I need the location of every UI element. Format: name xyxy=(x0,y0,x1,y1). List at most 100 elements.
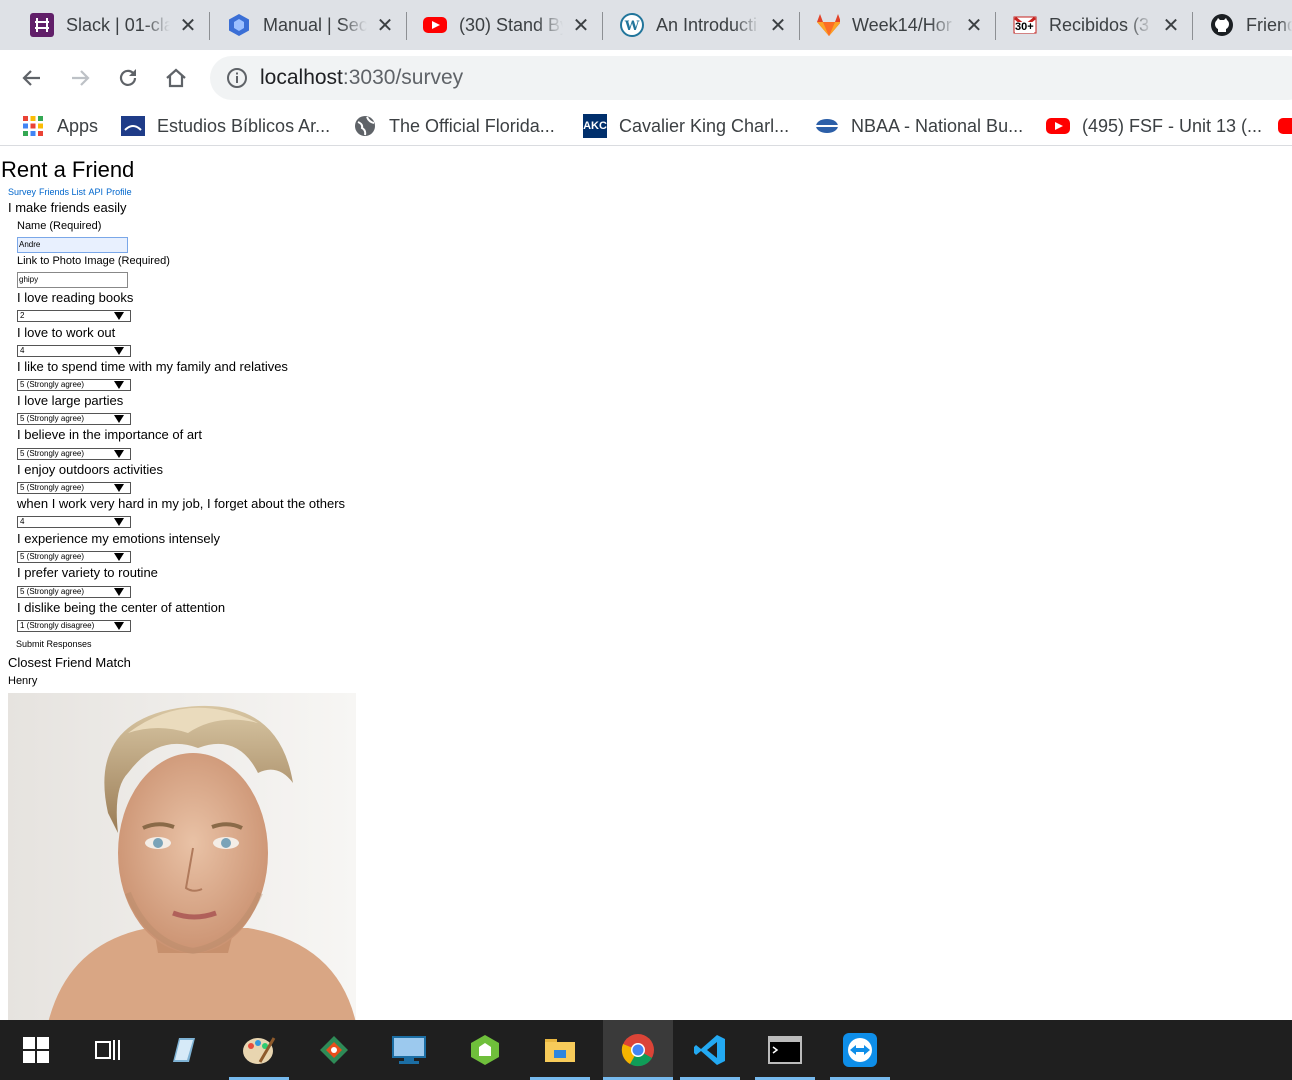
answer-select[interactable]: 2 xyxy=(17,310,131,322)
tab-github[interactable]: Friend xyxy=(1180,0,1292,50)
nbaa-icon xyxy=(815,114,839,138)
task-view-icon[interactable] xyxy=(78,1020,138,1080)
answer-select[interactable]: 5 (Strongly agree) xyxy=(17,586,131,598)
tab-manual[interactable]: Manual | Sec ✕ xyxy=(197,0,407,50)
url-host: localhost xyxy=(260,66,343,89)
cube-icon xyxy=(227,13,251,37)
bookmark-estudios[interactable]: Estudios Bíblicos Ar... xyxy=(121,114,330,138)
home-icon xyxy=(166,68,186,88)
question-label: I love large parties xyxy=(17,393,124,408)
close-icon[interactable]: ✕ xyxy=(964,13,984,38)
globe-icon xyxy=(353,114,377,138)
gitlab-icon xyxy=(816,13,840,37)
nav-link-api[interactable]: API xyxy=(89,187,104,197)
tab-title: Recibidos (3 xyxy=(1049,14,1150,35)
select-value: 5 (Strongly agree) xyxy=(20,380,85,389)
submit-button[interactable]: Submit Responses xyxy=(16,639,92,649)
page-title: Rent a Friend xyxy=(1,157,135,182)
windows-start-icon[interactable] xyxy=(6,1020,66,1080)
select-value: 4 xyxy=(20,517,25,526)
nav-link-survey[interactable]: Survey xyxy=(8,187,36,197)
answer-select[interactable]: 4 xyxy=(17,516,131,528)
friend-photo xyxy=(8,693,356,1020)
back-button[interactable] xyxy=(14,60,50,96)
windows-taskbar xyxy=(0,1020,1292,1080)
page-content: Rent a Friend Survey Friends List API Profi… xyxy=(0,147,1292,1020)
tab-youtube[interactable]: (30) Stand By ✕ xyxy=(393,0,603,50)
select-value: 1 (Strongly disagree) xyxy=(20,621,95,630)
answer-select[interactable]: 5 (Strongly agree) xyxy=(17,448,131,460)
vscode-icon[interactable] xyxy=(680,1020,740,1080)
answer-select[interactable]: 4 xyxy=(17,345,131,357)
home-button[interactable] xyxy=(158,60,194,96)
close-icon[interactable]: ✕ xyxy=(571,13,591,38)
select-value: 5 (Strongly agree) xyxy=(20,483,85,492)
close-icon[interactable]: ✕ xyxy=(375,13,395,38)
close-icon[interactable]: ✕ xyxy=(178,13,198,38)
bookmark-more[interactable] xyxy=(1278,114,1292,138)
file-explorer-icon[interactable] xyxy=(530,1020,590,1080)
name-field[interactable]: Andre xyxy=(17,237,128,253)
youtube-icon xyxy=(423,13,447,37)
wordpress-icon: W xyxy=(620,13,644,37)
site-nav: Survey Friends List API Profile xyxy=(8,187,135,197)
form-heading: I make friends easily xyxy=(8,200,127,215)
answer-select[interactable]: 5 (Strongly agree) xyxy=(17,379,131,391)
info-icon[interactable] xyxy=(226,67,248,94)
nav-link-profile[interactable]: Profile xyxy=(106,187,132,197)
bookmark-apps[interactable]: Apps xyxy=(21,114,98,138)
forward-button[interactable] xyxy=(62,60,98,96)
bookmark-florida[interactable]: The Official Florida... xyxy=(353,114,555,138)
teamviewer-icon[interactable] xyxy=(830,1020,890,1080)
bookmarks-bar: Apps Estudios Bíblicos Ar... The Officia… xyxy=(0,106,1292,146)
dropdown-arrow-icon xyxy=(114,553,124,561)
arrow-left-icon xyxy=(22,70,40,86)
reload-button[interactable] xyxy=(110,60,146,96)
photo-url-field[interactable]: ghipy xyxy=(17,272,128,288)
apps-grid-icon xyxy=(21,114,45,138)
question-label: when I work very hard in my job, I forge… xyxy=(17,496,346,511)
answer-select[interactable]: 5 (Strongly agree) xyxy=(17,413,131,425)
select-value: 5 (Strongly agree) xyxy=(20,587,85,596)
chrome-icon[interactable] xyxy=(603,1020,673,1080)
name-label: Name (Required) xyxy=(17,220,102,232)
nav-link-friends-list[interactable]: Friends List xyxy=(39,187,86,197)
dropdown-arrow-icon xyxy=(114,622,124,630)
bookmark-akc[interactable]: AKC Cavalier King Charl... xyxy=(583,114,789,138)
close-icon[interactable]: ✕ xyxy=(1161,13,1181,38)
youtube-icon xyxy=(1278,114,1292,138)
git-icon[interactable] xyxy=(304,1020,364,1080)
photo-label: Link to Photo Image (Required) xyxy=(17,255,170,267)
terminal-icon[interactable] xyxy=(755,1020,815,1080)
android-icon[interactable] xyxy=(455,1020,515,1080)
answer-select[interactable]: 1 (Strongly disagree) xyxy=(17,620,131,632)
url-path: :3030/survey xyxy=(342,66,464,89)
tab-wordpress[interactable]: W An Introducti ✕ xyxy=(590,0,800,50)
answer-select[interactable]: 5 (Strongly agree) xyxy=(17,482,131,494)
remote-desktop-icon[interactable] xyxy=(379,1020,439,1080)
answer-select[interactable]: 5 (Strongly agree) xyxy=(17,551,131,563)
tab-slack[interactable]: Slack | 01-cla ✕ xyxy=(0,0,210,50)
reload-icon xyxy=(119,69,137,86)
notepad-icon[interactable] xyxy=(153,1020,213,1080)
select-value: 5 (Strongly agree) xyxy=(20,449,85,458)
address-bar[interactable]: localhost:3030/survey xyxy=(210,56,1292,100)
tab-title: Manual | Sec xyxy=(263,14,367,35)
close-icon[interactable]: ✕ xyxy=(768,13,788,38)
bookmark-nbaa[interactable]: NBAA - National Bu... xyxy=(815,114,1023,138)
match-name: Henry xyxy=(8,675,38,687)
tab-gmail[interactable]: 30+ Recibidos (3 ✕ xyxy=(983,0,1193,50)
tab-title: An Introducti xyxy=(656,14,758,35)
question-label: I love to work out xyxy=(17,325,116,340)
tab-gitlab[interactable]: Week14/Hor ✕ xyxy=(786,0,996,50)
dropdown-arrow-icon xyxy=(114,484,124,492)
question-label: I enjoy outdoors activities xyxy=(17,462,163,477)
bookmark-fsf[interactable]: (495) FSF - Unit 13 (... xyxy=(1046,114,1262,138)
tab-title: Slack | 01-cla xyxy=(66,14,170,35)
question-label: I like to spend time with my family and … xyxy=(17,359,288,374)
tab-strip: Slack | 01-cla ✕ Manual | Sec ✕ (30) Sta… xyxy=(0,0,1292,50)
dropdown-arrow-icon xyxy=(114,381,124,389)
dropdown-arrow-icon xyxy=(114,450,124,458)
paint-icon[interactable] xyxy=(229,1020,289,1080)
youtube-icon xyxy=(1046,114,1070,138)
